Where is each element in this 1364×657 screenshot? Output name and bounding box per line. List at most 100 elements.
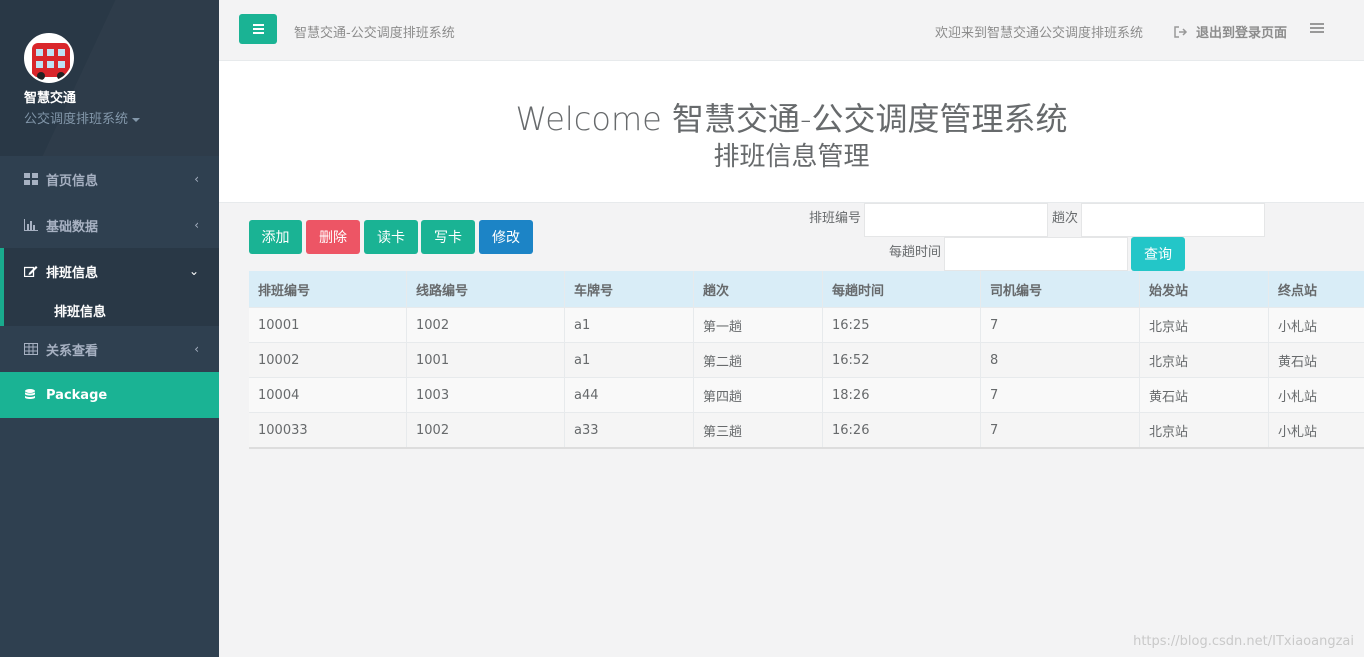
chevron-down-icon: ⌄ <box>188 264 199 278</box>
table-cell: 10002 <box>249 343 407 377</box>
table-cell: 1002 <box>407 308 565 342</box>
nav-label: Package <box>46 387 108 403</box>
column-header[interactable]: 终点站 <box>1269 271 1364 307</box>
table-cell: 1003 <box>407 378 565 412</box>
schedule-table: 排班编号 线路编号 车牌号 趟次 每趟时间 司机编号 始发站 终点站 10001… <box>249 271 1364 449</box>
table-row[interactable]: 10002 1001 a1 第二趟 16:52 8 北京站 黄石站 <box>249 342 1364 377</box>
nav-label: 首页信息 <box>46 173 99 189</box>
column-header[interactable]: 始发站 <box>1140 271 1269 307</box>
delete-button[interactable]: 删除 <box>306 220 360 254</box>
page-header: Welcome 智慧交通-公交调度管理系统 排班信息管理 <box>219 61 1364 203</box>
nav-group-schedule: 排班信息 ⌄ 排班信息 <box>0 248 219 326</box>
table-row[interactable]: 100033 1002 a33 第三趟 16:26 7 北京站 小札站 <box>249 412 1364 447</box>
column-header[interactable]: 司机编号 <box>981 271 1140 307</box>
table-cell: a44 <box>565 378 694 412</box>
column-header[interactable]: 每趟时间 <box>823 271 981 307</box>
column-header[interactable]: 线路编号 <box>407 271 565 307</box>
chevron-left-icon: ‹ <box>194 218 199 232</box>
logout-link[interactable]: 退出到登录页面 <box>1174 22 1287 41</box>
bar-chart-icon <box>24 219 38 231</box>
top-navbar: 智慧交通-公交调度排班系统 欢迎来到智慧交通公交调度排班系统 退出到登录页面 <box>219 0 1364 61</box>
table-cell: 16:26 <box>823 413 981 447</box>
table-cell: 10004 <box>249 378 407 412</box>
watermark: https://blog.csdn.net/ITxiaoangzai <box>1133 634 1354 649</box>
nav-label: 排班信息 <box>46 265 99 281</box>
nav-item-package[interactable]: Package <box>0 372 219 418</box>
column-header[interactable]: 车牌号 <box>565 271 694 307</box>
table-cell: 北京站 <box>1140 308 1269 342</box>
edit-button[interactable]: 修改 <box>479 220 533 254</box>
table-cell: 7 <box>981 413 1140 447</box>
trip-input[interactable] <box>1081 203 1265 237</box>
table-cell: 第二趟 <box>694 343 823 377</box>
top-title: 智慧交通-公交调度排班系统 <box>294 26 455 41</box>
caret-down-icon <box>132 117 141 122</box>
edit-icon <box>24 266 38 277</box>
welcome-text: 欢迎来到智慧交通公交调度排班系统 <box>934 26 1143 41</box>
write-card-button[interactable]: 写卡 <box>421 220 475 254</box>
table-cell: 黄石站 <box>1140 378 1269 412</box>
table-cell: 北京站 <box>1140 413 1269 447</box>
trip-label: 趟次 <box>1052 211 1079 226</box>
table-cell: 小札站 <box>1278 389 1318 405</box>
read-card-button[interactable]: 读卡 <box>364 220 418 254</box>
sidebar: 智慧交通 公交调度排班系统 首页信息 ‹ 基础数据 ‹ 排班信息 ⌄ 排班信息 … <box>0 0 219 657</box>
nav-label: 关系查看 <box>46 343 99 359</box>
column-header[interactable]: 趟次 <box>694 271 823 307</box>
nav-label: 基础数据 <box>46 219 99 235</box>
table-cell: a1 <box>565 308 694 342</box>
profile-sub-label: 公交调度排班系统 <box>24 112 129 127</box>
tasks-icon[interactable] <box>1310 23 1324 35</box>
sign-out-icon <box>1174 25 1188 38</box>
table-cell: 7 <box>981 378 1140 412</box>
database-icon <box>25 389 35 399</box>
table-icon <box>24 343 38 355</box>
table-cell: 第一趟 <box>694 308 823 342</box>
avatar[interactable] <box>24 33 74 83</box>
column-header[interactable]: 排班编号 <box>249 271 407 307</box>
bus-icon <box>32 43 70 80</box>
schedule-id-label: 排班编号 <box>809 211 862 226</box>
table-cell: 18:26 <box>823 378 981 412</box>
schedule-id-input[interactable] <box>864 203 1048 237</box>
table-cell: 16:25 <box>823 308 981 342</box>
table-cell: 小札站 <box>1278 424 1318 440</box>
time-input[interactable] <box>944 237 1128 271</box>
table-cell: 北京站 <box>1140 343 1269 377</box>
table-cell: 小札站 <box>1278 319 1318 335</box>
table-cell: 100033 <box>249 413 407 447</box>
table-cell: 16:52 <box>823 343 981 377</box>
nav-item-schedule[interactable]: 排班信息 ⌄ <box>4 248 219 294</box>
table-cell: 第四趟 <box>694 378 823 412</box>
chevron-left-icon: ‹ <box>194 342 199 356</box>
table-body: 10001 1002 a1 第一趟 16:25 7 北京站 小札站 10002 … <box>249 307 1364 447</box>
nav-subitem-schedule[interactable]: 排班信息 <box>4 294 219 326</box>
time-label: 每趟时间 <box>889 245 942 260</box>
page-title: Welcome 智慧交通-公交调度管理系统 <box>515 100 1068 138</box>
profile-panel: 智慧交通 公交调度排班系统 <box>0 0 219 156</box>
profile-dropdown[interactable]: 公交调度排班系统 <box>24 108 219 127</box>
chevron-left-icon: ‹ <box>194 172 199 186</box>
table-header: 排班编号 线路编号 车牌号 趟次 每趟时间 司机编号 始发站 终点站 <box>249 271 1364 307</box>
table-cell: 黄石站 <box>1278 354 1318 370</box>
add-button[interactable]: 添加 <box>249 220 302 254</box>
nav-item-basic-data[interactable]: 基础数据 ‹ <box>0 202 219 248</box>
nav-item-home[interactable]: 首页信息 ‹ <box>0 156 219 202</box>
table-row[interactable]: 10001 1002 a1 第一趟 16:25 7 北京站 小札站 <box>249 307 1364 342</box>
table-cell: 8 <box>981 343 1140 377</box>
table-cell: 7 <box>981 308 1140 342</box>
hamburger-icon <box>253 24 264 26</box>
table-cell: 第三趟 <box>694 413 823 447</box>
table-row[interactable]: 10004 1003 a44 第四趟 18:26 7 黄石站 小札站 <box>249 377 1364 412</box>
table-cell: 1002 <box>407 413 565 447</box>
page-subtitle: 排班信息管理 <box>713 142 870 172</box>
table-cell: a1 <box>565 343 694 377</box>
table-cell: 1001 <box>407 343 565 377</box>
grid-icon <box>24 173 38 185</box>
profile-name: 智慧交通 <box>24 91 77 106</box>
nav-item-relations[interactable]: 关系查看 ‹ <box>0 326 219 372</box>
query-button[interactable]: 查询 <box>1131 237 1185 271</box>
logout-label: 退出到登录页面 <box>1195 26 1287 41</box>
table-cell: 10001 <box>249 308 407 342</box>
menu-toggle-button[interactable] <box>239 14 277 44</box>
